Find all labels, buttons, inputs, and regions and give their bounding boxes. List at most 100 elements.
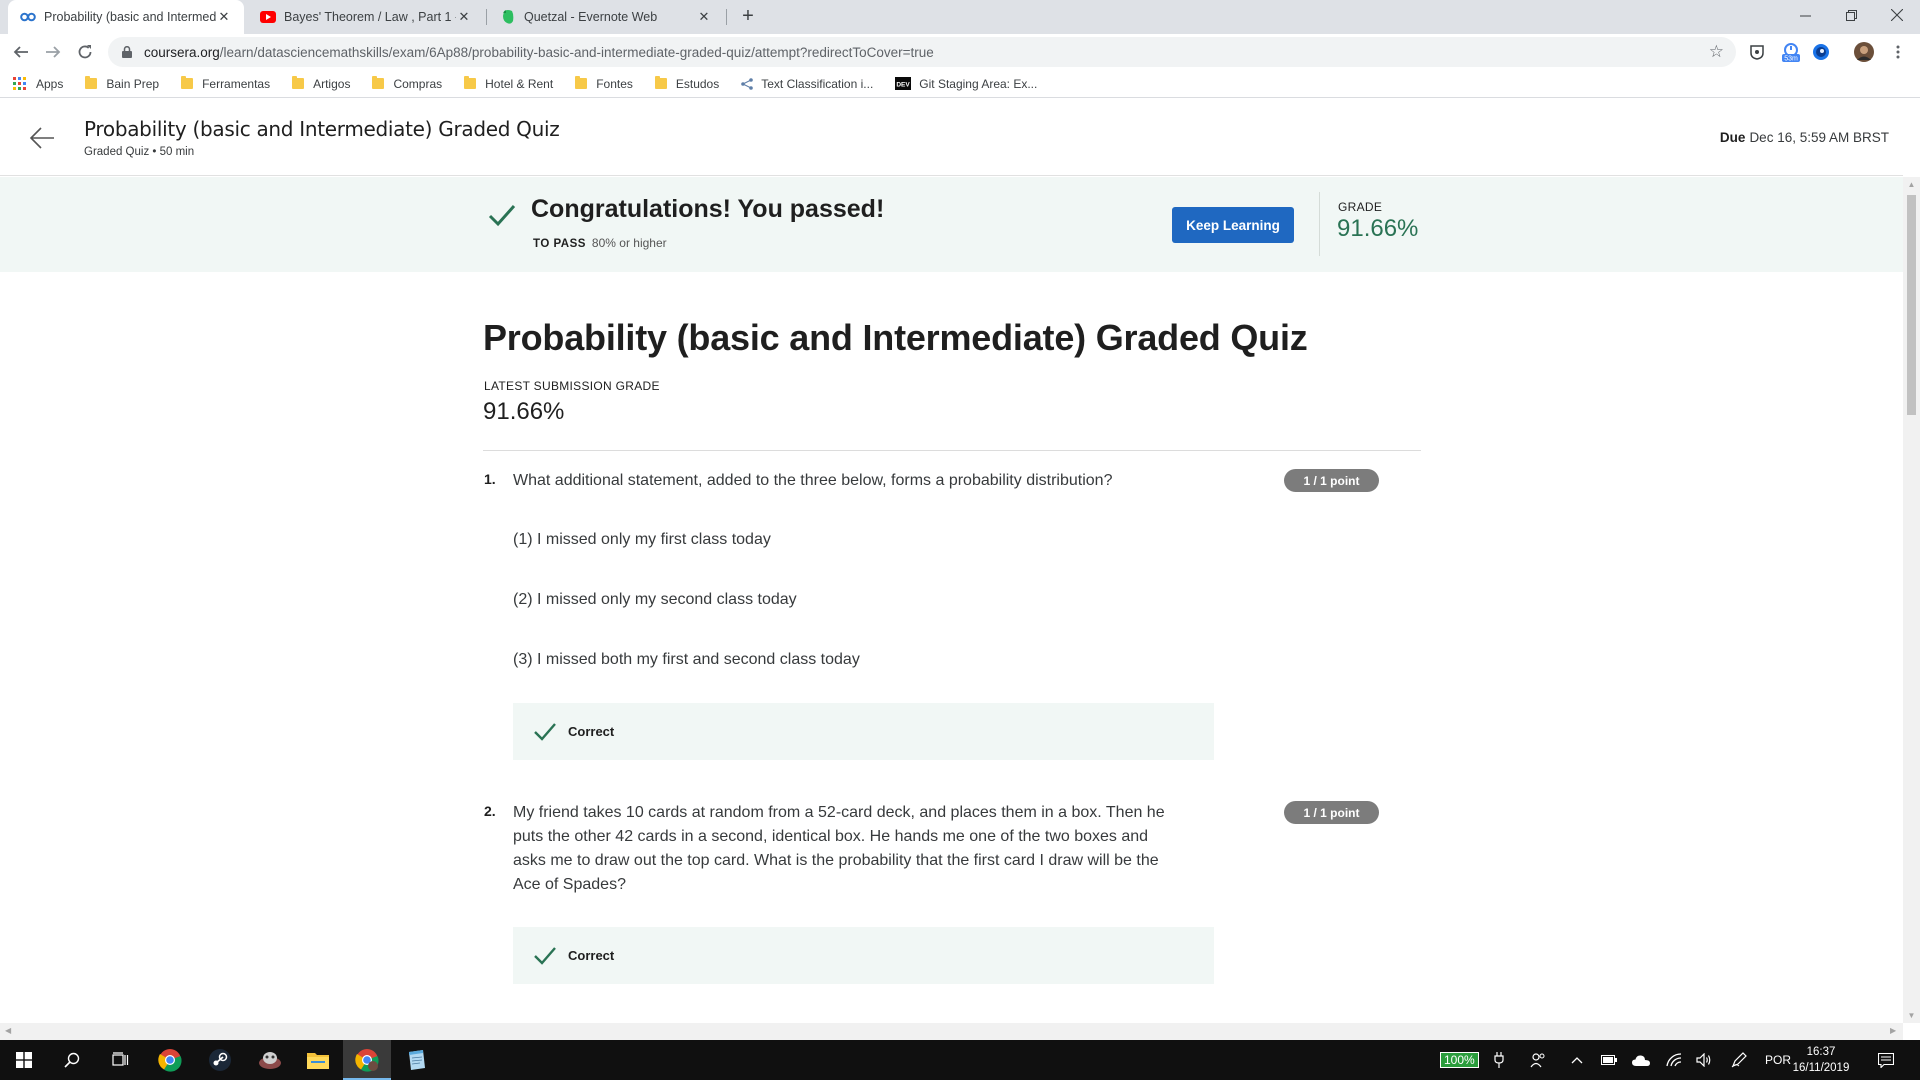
forward-button[interactable]	[41, 40, 65, 64]
bookmark-link[interactable]: Text Classification i...	[741, 77, 873, 91]
bookmark-apps[interactable]: Apps	[13, 76, 64, 91]
bookmark-label: Apps	[36, 76, 64, 91]
question-text: My friend takes 10 cards at random from …	[513, 801, 1213, 897]
feedback-label: Correct	[568, 724, 615, 739]
extension-badge: 53m	[1784, 56, 1798, 63]
scroll-thumb[interactable]	[1907, 195, 1916, 415]
evernote-icon	[500, 9, 516, 25]
vertical-scrollbar[interactable]: ▲ ▼	[1903, 177, 1920, 1023]
folder-icon	[181, 76, 194, 89]
pass-banner: Congratulations! You passed! TO PASS 80% …	[0, 177, 1903, 272]
tab-evernote[interactable]: Quetzal - Evernote Web ✕	[488, 0, 724, 34]
points-badge: 1 / 1 point	[1284, 469, 1379, 492]
game-app-icon[interactable]	[246, 1040, 294, 1080]
question-option: (2) I missed only my second class today	[513, 591, 797, 608]
bookmark-label: Compras	[393, 76, 443, 91]
battery-tray-icon[interactable]	[1601, 1040, 1617, 1080]
pen-icon[interactable]	[1731, 1040, 1747, 1080]
back-arrow-icon[interactable]	[28, 124, 56, 152]
task-view-icon[interactable]	[96, 1040, 144, 1080]
tab-youtube[interactable]: Bayes' Theorem / Law , Part 1 - Y ✕	[248, 0, 484, 34]
due-date: Due Dec 16, 5:59 AM BRST	[1720, 130, 1889, 145]
question-text-line: asks me to draw out the top card. What i…	[513, 852, 1159, 869]
banner-divider	[1319, 192, 1320, 256]
grade-label: GRADE	[1338, 200, 1383, 214]
notepad-icon[interactable]	[392, 1040, 440, 1080]
quiz-header: Probability (basic and Intermediate) Gra…	[0, 100, 1903, 176]
clock-time: 16:37	[1806, 1046, 1836, 1058]
bookmark-folder[interactable]: Bain Prep	[85, 76, 159, 91]
profile-avatar[interactable]	[1854, 42, 1874, 62]
bookmark-folder[interactable]: Hotel & Rent	[464, 76, 553, 91]
youtube-icon	[260, 9, 276, 25]
bookmark-label: Text Classification i...	[761, 76, 874, 91]
bookmark-label: Ferramentas	[202, 76, 271, 91]
quiz-title: Probability (basic and Intermediate) Gra…	[483, 317, 1308, 358]
wifi-icon[interactable]	[1666, 1040, 1682, 1080]
windows-start-icon[interactable]	[0, 1040, 48, 1080]
bookmark-folder[interactable]: Estudos	[654, 76, 719, 91]
bookmark-folder[interactable]: Fontes	[575, 76, 633, 91]
share-nodes-icon	[741, 77, 754, 90]
horizontal-scrollbar[interactable]: ◀ ▶	[0, 1023, 1903, 1040]
tab-coursera[interactable]: Probability (basic and Intermedia ✕	[8, 0, 244, 34]
search-icon[interactable]	[48, 1040, 96, 1080]
divider	[483, 450, 1421, 451]
points-badge: 1 / 1 point	[1284, 801, 1379, 824]
file-explorer-icon[interactable]	[294, 1040, 342, 1080]
extension-circle-icon[interactable]	[1811, 42, 1831, 62]
keep-learning-button[interactable]: Keep Learning	[1172, 207, 1294, 243]
check-icon	[487, 201, 517, 231]
apps-grid-icon	[13, 76, 27, 91]
bookmark-folder[interactable]: Artigos	[292, 76, 350, 91]
close-tab-icon[interactable]: ✕	[696, 9, 712, 25]
scroll-right-arrow-icon[interactable]: ▶	[1890, 1026, 1896, 1035]
clock-date: 16/11/2019	[1792, 1062, 1850, 1074]
question-option: (3) I missed both my first and second cl…	[513, 651, 860, 668]
chrome-menu-icon[interactable]	[1888, 42, 1908, 62]
chrome-icon[interactable]	[146, 1040, 194, 1080]
bookmark-star-icon[interactable]: ☆	[1709, 42, 1724, 62]
feedback-label: Correct	[568, 948, 615, 963]
battery-indicator[interactable]: 100%	[1440, 1052, 1479, 1068]
people-icon[interactable]	[1530, 1040, 1546, 1080]
bookmark-folder[interactable]: Ferramentas	[181, 76, 271, 91]
due-label: Due	[1719, 130, 1746, 145]
bookmark-label: Git Staging Area: Ex...	[919, 76, 1038, 91]
volume-icon[interactable]	[1696, 1040, 1712, 1080]
tab-separator	[726, 9, 727, 25]
header-subtitle: Graded Quiz • 50 min	[84, 146, 195, 158]
close-window-button[interactable]	[1874, 0, 1920, 30]
power-plug-icon[interactable]	[1494, 1040, 1504, 1080]
to-pass-label: TO PASS	[533, 238, 586, 250]
tab-title: Quetzal - Evernote Web	[524, 10, 658, 24]
scroll-up-arrow-icon[interactable]: ▲	[1907, 180, 1916, 189]
browser-toolbar: coursera.org/learn/datasciencemathskills…	[0, 34, 1920, 70]
restore-button[interactable]	[1828, 0, 1874, 30]
steam-icon[interactable]	[196, 1040, 244, 1080]
tab-title: Probability (basic and Intermedia	[44, 10, 216, 24]
new-tab-button[interactable]: +	[737, 5, 759, 27]
chevron-up-icon[interactable]	[1571, 1040, 1583, 1080]
folder-icon	[464, 76, 477, 89]
extension-shield-icon[interactable]	[1747, 42, 1767, 62]
address-bar[interactable]: coursera.org/learn/datasciencemathskills…	[108, 37, 1736, 67]
onedrive-cloud-icon[interactable]	[1632, 1040, 1650, 1080]
chrome-active-icon[interactable]	[343, 1040, 391, 1080]
notification-center-icon[interactable]	[1878, 1040, 1894, 1080]
system-clock[interactable]: 16:37 16/11/2019	[1786, 1044, 1856, 1076]
folder-icon	[292, 76, 305, 89]
bookmark-link[interactable]: DEV Git Staging Area: Ex...	[895, 77, 1037, 91]
extension-timer-icon[interactable]: 53m	[1778, 42, 1804, 62]
windows-taskbar: 100% POR 16:37 16/11/2019	[0, 1040, 1920, 1080]
scroll-down-arrow-icon[interactable]: ▼	[1907, 1011, 1916, 1020]
pass-title: Congratulations! You passed!	[531, 195, 885, 223]
close-tab-icon[interactable]: ✕	[456, 9, 472, 25]
minimize-button[interactable]	[1782, 0, 1828, 30]
back-button[interactable]	[9, 40, 33, 64]
scroll-left-arrow-icon[interactable]: ◀	[5, 1026, 11, 1035]
reload-button[interactable]	[73, 40, 97, 64]
close-tab-icon[interactable]: ✕	[216, 9, 232, 25]
url-host: coursera.org	[144, 44, 220, 60]
bookmark-folder[interactable]: Compras	[372, 76, 443, 91]
